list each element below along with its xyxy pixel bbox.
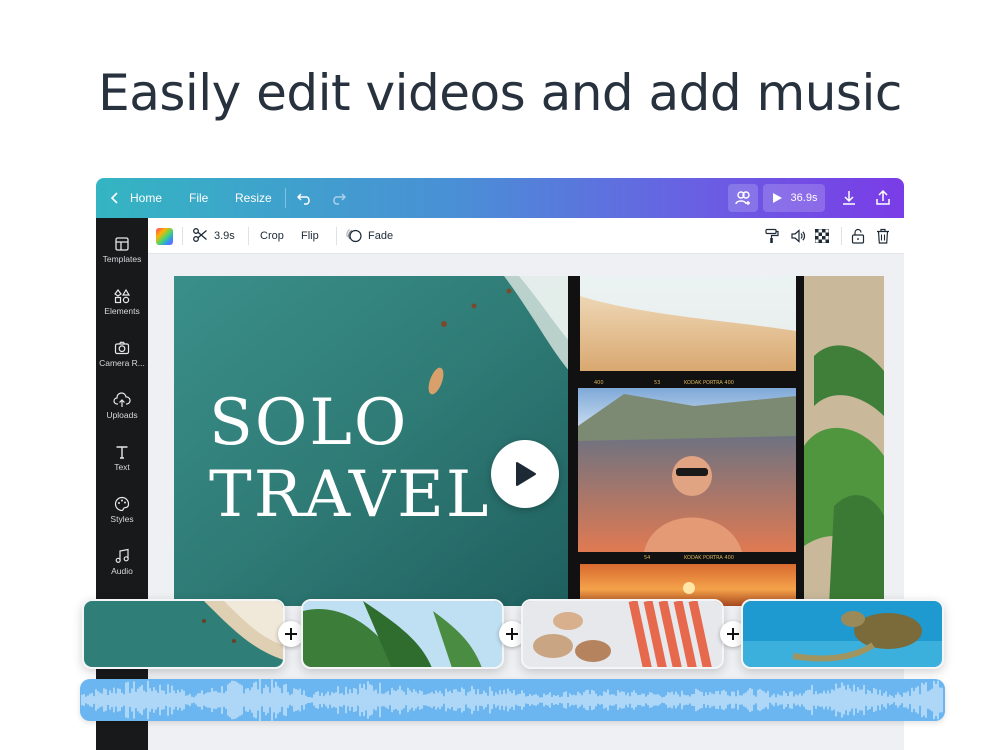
- film-label: 54: [644, 555, 650, 561]
- download-icon[interactable]: [842, 178, 856, 218]
- timeline-clip-seafood[interactable]: [521, 599, 724, 669]
- top-bar: Home File Resize 36.9s: [96, 178, 904, 218]
- timeline-clip-palms[interactable]: [301, 599, 504, 669]
- sidebar-label: Elements: [104, 306, 140, 316]
- play-duration-button[interactable]: 36.9s: [763, 184, 825, 212]
- sidebar-item-text[interactable]: Text: [96, 436, 148, 488]
- video-title-line-1: SOLO: [209, 386, 408, 460]
- home-button[interactable]: Home: [110, 178, 162, 218]
- split-clip-button[interactable]: 3.9s: [192, 218, 235, 254]
- film-label: 53: [654, 380, 660, 386]
- audio-track[interactable]: [80, 679, 945, 721]
- crop-button[interactable]: Crop: [260, 218, 284, 254]
- sidebar-item-camera[interactable]: Camera R...: [96, 332, 148, 384]
- timeline-clip-beach[interactable]: [82, 599, 285, 669]
- clip-duration: 3.9s: [214, 230, 235, 242]
- upload-cloud-icon: [113, 392, 131, 407]
- timeline-clip-turtle[interactable]: [741, 599, 944, 669]
- sidebar-label: Uploads: [106, 410, 138, 420]
- fade-button[interactable]: Fade: [346, 218, 393, 254]
- music-note-icon: [115, 548, 129, 563]
- scissors-icon: [192, 227, 208, 246]
- share-people-icon[interactable]: [728, 184, 758, 212]
- text-icon: [116, 446, 128, 459]
- plus-icon: [285, 628, 297, 640]
- seafood-thumbnail: [523, 601, 722, 667]
- sidebar-label: Text: [114, 462, 130, 472]
- undo-icon[interactable]: [297, 178, 313, 218]
- duration-label: 36.9s: [790, 192, 818, 204]
- fade-label: Fade: [368, 230, 394, 242]
- edit-toolbar: 3.9s Crop Flip Fade: [148, 218, 904, 254]
- play-icon: [516, 462, 536, 486]
- play-icon: [771, 192, 783, 204]
- film-label: 400: [594, 380, 604, 386]
- play-video-button[interactable]: [491, 440, 559, 508]
- page-headline: Easily edit videos and add music: [98, 64, 902, 122]
- sidebar-label: Camera R...: [99, 358, 145, 368]
- resize-menu[interactable]: Resize: [235, 178, 272, 218]
- flip-button[interactable]: Flip: [301, 218, 319, 254]
- sidebar-item-uploads[interactable]: Uploads: [96, 384, 148, 436]
- plus-icon: [727, 628, 739, 640]
- sidebar-label: Styles: [110, 514, 134, 524]
- fade-icon: [346, 227, 362, 246]
- palm-trees-thumbnail: [303, 601, 502, 667]
- elements-icon: [114, 288, 130, 304]
- sidebar-item-templates[interactable]: Templates: [96, 228, 148, 280]
- film-label: KODAK PORTRA 400: [684, 555, 734, 561]
- upload-icon[interactable]: [876, 178, 890, 218]
- video-title-line-2: TRAVEL: [209, 458, 490, 532]
- file-menu[interactable]: File: [189, 178, 208, 218]
- sidebar-item-styles[interactable]: Styles: [96, 488, 148, 540]
- camera-icon: [114, 341, 130, 355]
- sea-turtle-thumbnail: [743, 601, 942, 667]
- sidebar-item-elements[interactable]: Elements: [96, 280, 148, 332]
- sidebar-label: Audio: [111, 566, 133, 576]
- transparency-icon[interactable]: [815, 218, 829, 254]
- paint-roller-icon[interactable]: [765, 218, 779, 254]
- color-swatch-icon[interactable]: [156, 218, 173, 254]
- templates-icon: [115, 237, 129, 251]
- volume-icon[interactable]: [790, 218, 806, 254]
- film-label: KODAK PORTRA 400: [684, 380, 734, 386]
- left-sidebar: Templates Elements Camera R... Uploads T…: [96, 218, 148, 750]
- sidebar-item-audio[interactable]: Audio: [96, 540, 148, 592]
- plus-icon: [506, 628, 518, 640]
- beach-aerial-thumbnail: [84, 601, 283, 667]
- sidebar-label: Templates: [102, 254, 142, 264]
- home-label: Home: [130, 191, 163, 205]
- redo-icon[interactable]: [330, 178, 346, 218]
- audio-waveform: [81, 679, 943, 721]
- trash-icon[interactable]: [876, 218, 890, 254]
- chevron-left-icon: [110, 192, 120, 204]
- palette-icon: [114, 496, 130, 512]
- lock-icon[interactable]: [851, 218, 865, 254]
